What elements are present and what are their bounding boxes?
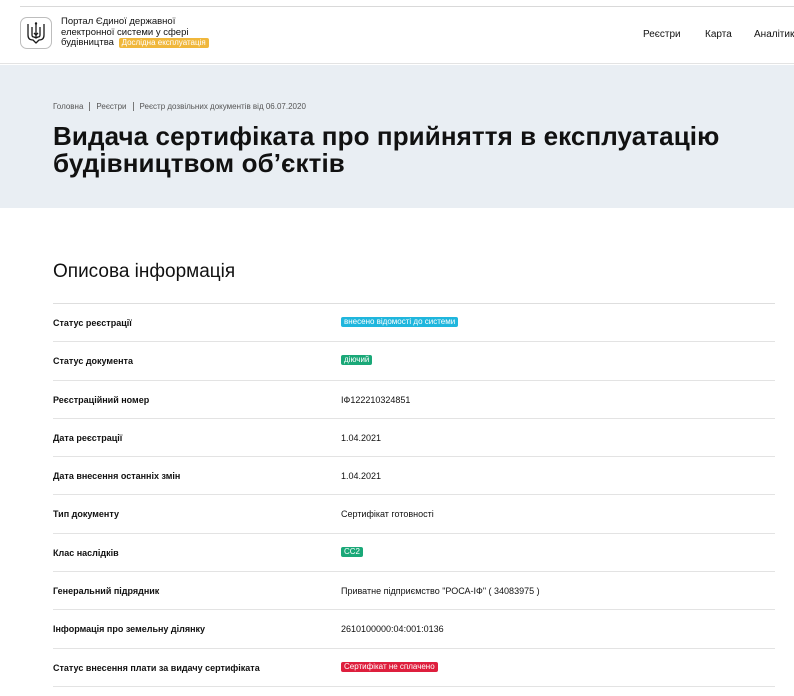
- page-title-line-1: Видача сертифіката про прийняття в експл…: [53, 121, 720, 151]
- row-label: Дата внесення останніх змін: [53, 471, 181, 482]
- table-row: Дата внесення останніх змін 1.04.2021: [53, 457, 775, 496]
- page-hero: Головна Реєстри Реєстр дозвільних докуме…: [0, 65, 794, 208]
- table-row: Клас наслідків СС2: [53, 534, 775, 573]
- nav-analytics[interactable]: Аналітика: [754, 29, 794, 40]
- table-row: Реєстраційний номер ІФ122210324851: [53, 381, 775, 419]
- row-value: ІФ122210324851: [341, 394, 411, 405]
- nav-map[interactable]: Карта: [705, 29, 732, 40]
- payment-status-badge: Сертифікат не сплачено: [341, 661, 438, 672]
- status-badge: діючий: [341, 355, 373, 366]
- table-row: Тип документу Сертифікат готовності: [53, 495, 775, 534]
- row-value: Сертифікат готовності: [341, 509, 434, 520]
- row-label: Статус документа: [53, 356, 133, 367]
- row-label: Генеральний підрядник: [53, 586, 160, 597]
- page-title-line-2: будівництвом об’єктів: [53, 148, 345, 178]
- row-label: Статус внесення плати за видачу сертифік…: [53, 662, 260, 673]
- breadcrumb-registries[interactable]: Реєстри: [96, 102, 126, 111]
- breadcrumb: Головна Реєстри Реєстр дозвільних докуме…: [53, 102, 306, 111]
- row-value: 1.04.2021: [341, 432, 382, 443]
- nav-registries[interactable]: Реєстри: [643, 29, 681, 40]
- table-row: Статус реєстрації внесено відомості до с…: [53, 304, 775, 343]
- status-badge: внесено відомості до системи: [341, 317, 459, 327]
- row-label: Клас наслідків: [53, 547, 119, 558]
- row-value: 1.04.2021: [341, 471, 382, 482]
- row-label: Дата реєстрації: [53, 432, 123, 443]
- main-nav: Реєстри Карта Аналітика: [0, 29, 794, 43]
- page-title: Видача сертифіката про прийняття в експл…: [53, 123, 794, 177]
- breadcrumb-separator: [89, 102, 91, 111]
- row-value: Приватне підприємство "РОСА-ІФ" ( 340839…: [341, 586, 540, 597]
- table-row: Статус документа діючий: [53, 342, 775, 381]
- info-table: Статус реєстрації внесено відомості до с…: [53, 303, 775, 687]
- row-value: 2610100000:04:001:0136: [341, 624, 444, 635]
- breadcrumb-separator: [132, 102, 134, 111]
- table-row: Генеральний підрядник Приватне підприємс…: [53, 572, 775, 611]
- table-row: Інформація про земельну ділянку 26101000…: [53, 610, 775, 649]
- breadcrumb-current[interactable]: Реєстр дозвільних документів від 06.07.2…: [140, 102, 306, 111]
- row-label: Інформація про земельну ділянку: [53, 624, 206, 635]
- row-label: Статус реєстрації: [53, 318, 132, 328]
- class-badge: СС2: [341, 546, 364, 557]
- breadcrumb-home[interactable]: Головна: [53, 102, 83, 111]
- row-label: Реєстраційний номер: [53, 394, 150, 405]
- table-row: Статус внесення плати за видачу сертифік…: [53, 649, 775, 687]
- table-row: Дата реєстрації 1.04.2021: [53, 419, 775, 458]
- row-label: Тип документу: [53, 509, 119, 520]
- site-header: Портал Єдиної державної електронної сист…: [0, 7, 794, 64]
- section-title: Описова інформація: [53, 261, 236, 282]
